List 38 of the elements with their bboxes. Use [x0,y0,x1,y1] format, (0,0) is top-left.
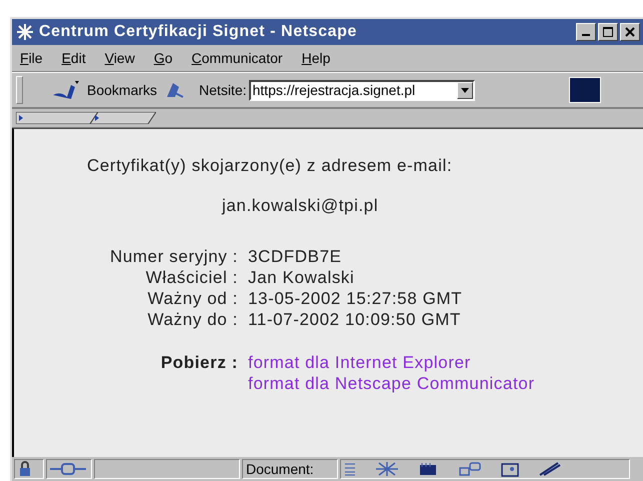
field-label: Ważny do : [146,309,238,330]
field-value: Jan Kowalski [248,267,356,288]
field-label: Numer seryjny : [108,246,238,267]
netsite-label: Netsite: [199,82,246,98]
menu-item[interactable]: Communicator [192,50,283,66]
field-value: 3CDFDB7E [248,246,343,267]
padlock-icon [18,461,32,477]
app-icon [15,22,35,42]
toolbar-grip[interactable] [16,76,23,104]
dropdown-arrow-icon [460,88,468,92]
download-link[interactable]: format dla Netscape Communicator [248,373,643,394]
menu-item[interactable]: View [104,50,135,66]
plug-icon [50,463,86,475]
menu-item[interactable]: Edit [62,50,86,66]
close-button[interactable] [620,23,640,41]
list-icon [344,462,356,476]
window-title: Centrum Certyfikacji Signet - Netscape [39,23,358,41]
field-value: 13-05-2002 15:27:58 GMT [248,288,464,309]
bookmarks-button[interactable]: Bookmarks [87,82,158,98]
menu-item[interactable]: File [20,50,43,66]
download-label: Pobierz : [160,352,238,373]
field-value: 11-07-2002 10:09:50 GMT [248,309,462,330]
maximize-button[interactable] [598,23,618,41]
download-link[interactable]: format dla Internet Explorer [248,352,643,373]
close-icon [625,27,635,37]
bookmark-icon [51,79,81,101]
url-field[interactable]: https://rejestracja.signet.pl [248,80,474,100]
email-text: jan.kowalski@tpi.pl [222,196,380,216]
toolbar-tabs-icon [16,112,156,124]
minimize-button[interactable] [576,23,596,41]
chat-icon [458,461,482,477]
status-text: Document: [246,461,314,477]
heading-text: Certyfikat(y) skojarzony(e) z adresem e-mail: [87,156,454,176]
menu-item[interactable]: Go [154,50,173,66]
field-label: Właściciel : [144,267,238,288]
menu-item[interactable]: Help [302,50,330,66]
maximize-icon [603,27,613,37]
field-label: Ważny od : [146,288,238,309]
